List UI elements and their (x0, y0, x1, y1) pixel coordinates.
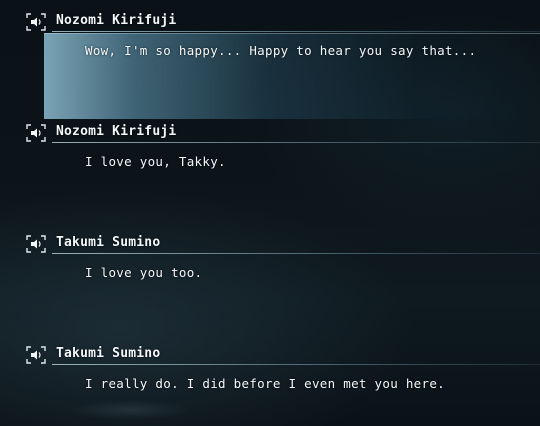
speaker-name: Takumi Sumino (56, 235, 161, 250)
dialogue-text: I really do. I did before I even met you… (85, 376, 445, 391)
dialogue-text: I love you, Takky. (85, 154, 226, 169)
background-glow (70, 400, 190, 420)
speaker-row: Takumi Sumino (0, 343, 540, 367)
divider (52, 142, 540, 143)
speaker-icon (26, 346, 46, 364)
speaker-row: Nozomi Kirifuji (0, 10, 540, 34)
voice-replay-button[interactable] (26, 124, 46, 142)
divider (52, 31, 540, 32)
dialogue-text: I love you too. (85, 265, 203, 280)
dialogue-text: Wow, I'm so happy... Happy to hear you s… (85, 43, 477, 58)
voice-replay-button[interactable] (26, 346, 46, 364)
voice-replay-button[interactable] (26, 235, 46, 253)
speaker-row: Takumi Sumino (0, 232, 540, 256)
speaker-icon (26, 13, 46, 31)
speaker-name: Nozomi Kirifuji (56, 13, 177, 28)
backlog-screen: Nozomi Kirifuji Wow, I'm so happy... Hap… (0, 0, 540, 426)
speaker-name: Takumi Sumino (56, 346, 161, 361)
speaker-name: Nozomi Kirifuji (56, 124, 177, 139)
divider (52, 253, 540, 254)
speaker-row: Nozomi Kirifuji (0, 121, 540, 145)
speaker-icon (26, 124, 46, 142)
voice-replay-button[interactable] (26, 13, 46, 31)
speaker-icon (26, 235, 46, 253)
divider (52, 364, 540, 365)
